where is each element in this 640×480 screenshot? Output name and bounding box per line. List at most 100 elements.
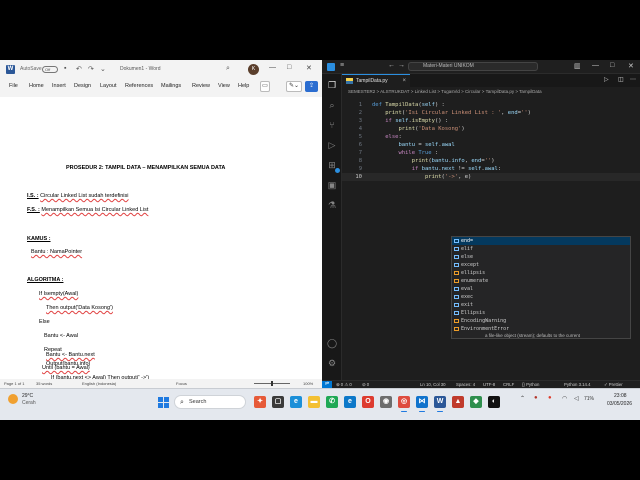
taskbar-search[interactable]: ⌕ Search [174, 395, 246, 409]
tab-review[interactable]: Review [192, 83, 210, 89]
whatsapp-icon[interactable]: ✆ [326, 396, 338, 408]
suggestion-item[interactable]: ellipsis [452, 269, 630, 277]
start-button[interactable] [158, 397, 169, 408]
tab-help[interactable]: Help [238, 83, 249, 89]
explorer-icon[interactable]: ❐ [327, 80, 337, 90]
sun-icon[interactable] [8, 394, 18, 404]
suggestion-item[interactable]: exec [452, 293, 630, 301]
code-line[interactable]: 3 if self.isEmpty() : [342, 117, 640, 125]
edge-icon[interactable]: e [290, 396, 302, 408]
green-app-icon[interactable]: ◆ [470, 396, 482, 408]
wifi-icon[interactable]: ◠ [562, 395, 567, 402]
account-icon[interactable]: ◯ [327, 338, 337, 348]
maximize-icon[interactable]: □ [610, 62, 614, 69]
close-tab-icon[interactable]: × [402, 75, 406, 87]
layout-icon[interactable]: ▥ [574, 62, 581, 70]
code-line[interactable]: 6 bantu = self.awal [342, 141, 640, 149]
save-icon[interactable]: ▪ [64, 65, 66, 72]
back-icon[interactable]: ← [388, 62, 395, 69]
suggestion-item[interactable]: Ellipsis [452, 309, 630, 317]
game-app-icon[interactable]: ▲ [452, 396, 464, 408]
encoding[interactable]: UTF-8 [483, 382, 495, 387]
run-debug-icon[interactable]: ▷ [327, 140, 337, 150]
suggestion-item[interactable]: except [452, 261, 630, 269]
volume-icon[interactable]: ◁ [574, 395, 579, 402]
chrome-icon[interactable]: ◎ [398, 396, 410, 412]
maximize-icon[interactable]: □ [287, 64, 291, 71]
suggestion-item[interactable]: exit [452, 301, 630, 309]
vscode-taskbar-icon[interactable]: ⋈ [416, 396, 428, 412]
close-icon[interactable]: ✕ [306, 64, 312, 72]
weather-temp[interactable]: 29°C [22, 393, 33, 399]
split-editor-icon[interactable]: ◫ [618, 76, 624, 83]
tab-insert[interactable]: Insert [52, 83, 66, 89]
forward-icon[interactable]: → [398, 62, 405, 69]
cursor-position[interactable]: Ln 10, Col 30 [420, 382, 446, 387]
suggestion-item[interactable]: EncodingWarning [452, 317, 630, 325]
tab-layout[interactable]: Layout [100, 83, 117, 89]
search-icon[interactable]: ⌕ [327, 100, 337, 110]
tray-app-icon[interactable]: ● [534, 395, 538, 401]
suggestion-item[interactable]: end= [452, 237, 630, 245]
tab-view[interactable]: View [218, 83, 230, 89]
language-mode[interactable]: {} Python [522, 382, 539, 387]
undo-icon[interactable]: ↶ [76, 65, 82, 73]
file-explorer-icon[interactable]: ▬ [308, 396, 320, 408]
menu-icon[interactable]: ≡ [340, 62, 344, 69]
autocomplete-widget[interactable]: EnvironmentError EncodingWarning Ellipsis e… [451, 236, 631, 339]
indentation[interactable]: Spaces: 4 [456, 382, 475, 387]
tab-design[interactable]: Design [74, 83, 91, 89]
line-ending[interactable]: CRLF [503, 382, 514, 387]
zoom-slider-thumb[interactable] [271, 381, 273, 386]
remote-icon[interactable]: ▣ [327, 180, 337, 190]
search-icon[interactable]: ⌕ [226, 65, 230, 73]
suggestion-item[interactable]: enumerate [452, 277, 630, 285]
proofing-language[interactable]: English (Indonesia) [82, 381, 116, 386]
python-interpreter[interactable]: Python 3.14.4 [564, 382, 591, 387]
code-line[interactable]: 4 print('Data Kosong') [342, 125, 640, 133]
minimize-icon[interactable]: — [592, 62, 599, 69]
task-view-icon[interactable]: ▢ [272, 396, 284, 408]
redo-icon[interactable]: ↷ [88, 65, 94, 73]
edge-beta-icon[interactable]: e [344, 396, 356, 408]
share-icon[interactable]: ⇪ [305, 81, 318, 92]
command-center[interactable]: Materi-Materi UNIKOM [408, 62, 538, 71]
tab-references[interactable]: References [125, 83, 153, 89]
tab-mailings[interactable]: Mailings [161, 83, 181, 89]
testing-icon[interactable]: ⚗ [327, 200, 337, 210]
avatar[interactable]: K [248, 64, 259, 75]
clock-date[interactable]: 03/05/2026 [607, 401, 632, 407]
focus-mode[interactable]: Focus [176, 381, 187, 386]
minimize-icon[interactable]: — [269, 64, 276, 71]
run-icon[interactable]: ▷ [604, 76, 609, 83]
close-icon[interactable]: ✕ [628, 62, 634, 70]
editing-icon[interactable]: ✎⌄ [286, 81, 302, 92]
code-line[interactable]: 9 if bantu.next != self.awal: [342, 165, 640, 173]
suggestion-item[interactable]: eval [452, 285, 630, 293]
copilot-icon[interactable]: ✦ [254, 396, 266, 408]
comments-icon[interactable]: ▭ [260, 81, 270, 92]
code-line[interactable]: 8 print(bantu.info, end='') [342, 157, 640, 165]
autosave-toggle[interactable]: Off [42, 66, 58, 73]
dark-app-icon[interactable]: ◐ [488, 396, 500, 408]
battery-level[interactable]: 71% [584, 396, 594, 402]
tab-file[interactable]: File [9, 83, 18, 89]
settings-gear-icon[interactable]: ⚙ [327, 358, 337, 368]
code-line[interactable]: 7 while True : [342, 149, 640, 157]
zoom-level[interactable]: 100% [303, 381, 313, 386]
code-line[interactable]: 1 def TampilData(self) : [342, 101, 640, 109]
source-control-icon[interactable]: ⑂ [327, 120, 337, 130]
weather-desc[interactable]: Cerah [22, 400, 36, 406]
breadcrumb[interactable]: SEMESTER2 > ALSTRUKDAT > Linked List > T… [342, 87, 640, 97]
tab-tampildata[interactable]: TampilData.py × [342, 74, 410, 87]
code-line[interactable]: 10 print('->', e) [342, 173, 640, 181]
code-line[interactable]: 2 print('Isi Circular Linked List : ', e… [342, 109, 640, 117]
more-actions-icon[interactable]: ⋯ [630, 76, 636, 83]
clock-time[interactable]: 23:08 [614, 393, 627, 399]
suggestion-item[interactable]: EnvironmentError [452, 325, 630, 333]
suggestion-item[interactable]: else [452, 253, 630, 261]
tab-home[interactable]: Home [29, 83, 44, 89]
word-taskbar-icon[interactable]: W [434, 396, 446, 412]
tray-app-icon-2[interactable]: ● [548, 395, 552, 401]
code-line[interactable]: 5 else: [342, 133, 640, 141]
